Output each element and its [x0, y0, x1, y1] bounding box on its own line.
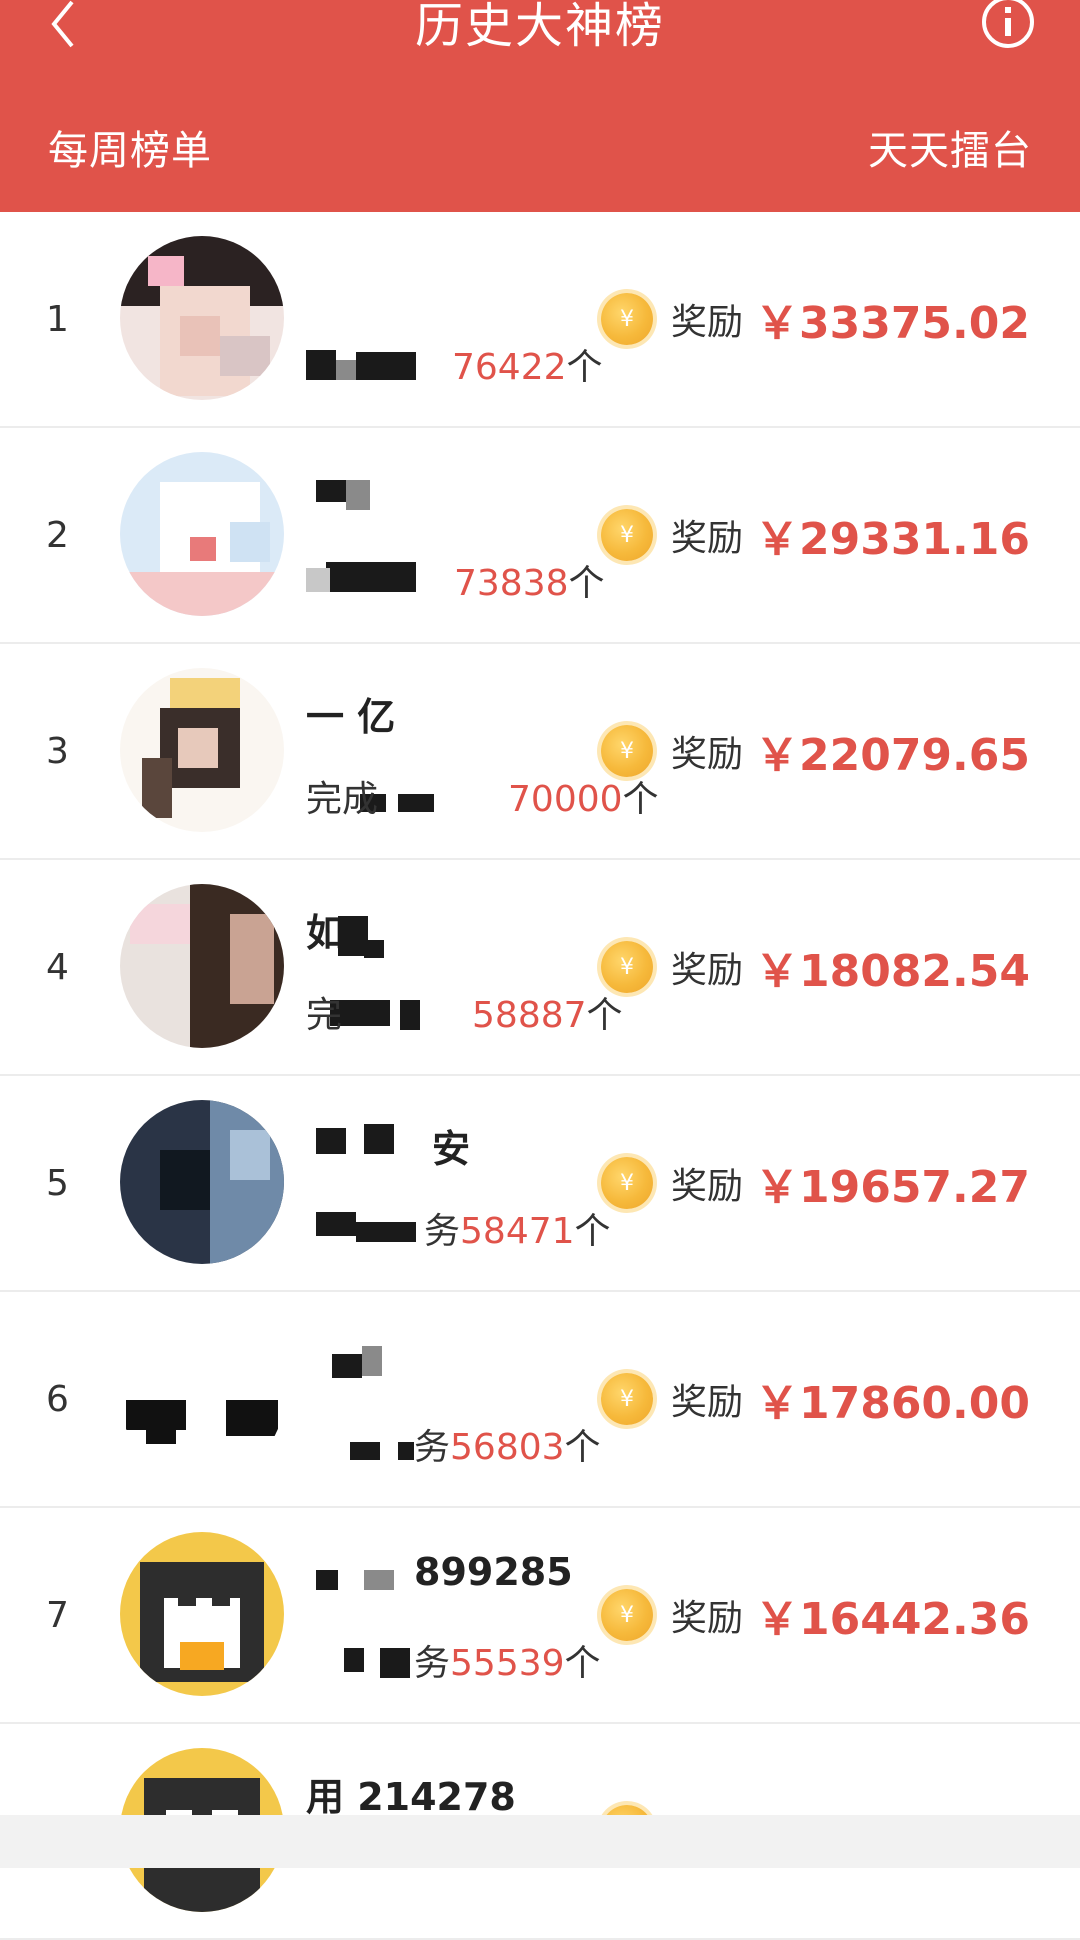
leaderboard-row[interactable]: 6 务56803个 ¥ 奖励 ￥17860.00 — [0, 1292, 1080, 1508]
leaderboard-row[interactable]: 3 一 亿 完成 70000个 ¥ 奖励 ￥22079.65 — [0, 644, 1080, 860]
coin-icon: ¥ — [600, 1589, 653, 1641]
tab-daily-arena[interactable]: 天天擂台 — [868, 118, 1032, 176]
leaderboard-row[interactable]: 1 76422个 ¥ 奖励 ￥33375.02 — [0, 212, 1080, 428]
leaderboard-row[interactable]: 4 如 完 58887个 ¥ 奖励 ￥18082.54 — [0, 860, 1080, 1076]
mosaic-block — [356, 352, 416, 380]
rank-number: 7 — [46, 1594, 69, 1636]
mosaic-block — [362, 1346, 382, 1376]
task-count: 务56803个 — [414, 1427, 601, 1468]
mosaic-block — [364, 1124, 394, 1154]
mosaic-block — [364, 1570, 394, 1590]
coin-icon: ¥ — [600, 509, 653, 561]
coin-icon: ¥ — [600, 293, 653, 345]
task-count: 完 58887个 — [306, 995, 623, 1036]
task-count: 73838个 — [454, 563, 605, 604]
task-count: 76422个 — [452, 347, 603, 388]
rank-number: 2 — [46, 514, 69, 556]
avatar — [120, 668, 284, 832]
reward: ¥ 奖励 ￥19657.27 — [600, 1076, 1030, 1290]
avatar — [120, 884, 284, 1048]
mosaic-block — [316, 1212, 356, 1236]
mosaic-block — [316, 1570, 338, 1590]
user-name: 899285 — [414, 1550, 573, 1594]
mosaic-block — [346, 480, 370, 510]
reward: ¥ 奖励 ￥29331.16 — [600, 428, 1030, 642]
leaderboard-row[interactable]: 5 安 务58471个 ¥ 奖励 ￥19657.27 — [0, 1076, 1080, 1292]
mosaic-block — [356, 1222, 416, 1242]
avatar — [120, 236, 284, 400]
top-bar: 历史大神榜 每周榜单 天天擂台 — [0, 0, 1080, 212]
mosaic-block — [350, 1442, 380, 1460]
reward-amount: ￥33375.02 — [754, 298, 1030, 349]
task-count: 务58471个 — [424, 1211, 611, 1252]
user-name: 安 — [432, 1127, 471, 1171]
reward: ¥ 奖励 ￥22079.65 — [600, 644, 1030, 858]
reward: ¥ 奖励 ￥16442.36 — [600, 1508, 1030, 1722]
mosaic-block — [336, 360, 356, 380]
avatar — [120, 1532, 284, 1696]
user-name: 一 亿 — [306, 695, 396, 739]
leaderboard-row[interactable]: 2 73838个 ¥ 奖励 ￥29331.16 — [0, 428, 1080, 644]
mosaic-block — [316, 480, 346, 502]
tab-weekly[interactable]: 每周榜单 — [48, 118, 212, 176]
mosaic-block — [344, 1648, 364, 1672]
rank-number: 5 — [46, 1162, 69, 1204]
reward-amount: ￥29331.16 — [754, 514, 1030, 565]
reward-amount: ￥16442.36 — [754, 1594, 1030, 1645]
mosaic-block — [332, 1354, 362, 1378]
coin-icon: ¥ — [600, 941, 653, 993]
reward-amount: ￥18082.54 — [754, 946, 1030, 997]
user-name: 用 214278 — [306, 1775, 516, 1819]
reward-amount: ￥22079.65 — [754, 730, 1030, 781]
rank-number: 1 — [46, 298, 69, 340]
bottom-bar — [0, 1815, 1080, 1868]
mosaic-block — [380, 1648, 410, 1678]
coin-icon: ¥ — [600, 725, 653, 777]
task-count: 务55539个 — [414, 1643, 601, 1684]
mosaic-block — [306, 350, 336, 380]
mosaic-block — [364, 940, 384, 958]
avatar — [120, 1100, 284, 1264]
coin-icon: ¥ — [600, 1157, 653, 1209]
avatar — [120, 1316, 284, 1480]
rank-number: 4 — [46, 946, 69, 988]
rank-number: 3 — [46, 730, 69, 772]
coin-icon: ¥ — [600, 1373, 653, 1425]
page-title: 历史大神榜 — [414, 0, 665, 54]
rank-number: 6 — [46, 1378, 69, 1420]
mosaic-block — [398, 1442, 414, 1460]
reward: ¥ 奖励 ￥33375.02 — [600, 212, 1030, 426]
avatar — [120, 452, 284, 616]
leaderboard-row[interactable]: 7 899285 务55539个 ¥ 奖励 ￥16442.36 — [0, 1508, 1080, 1724]
reward-amount: ￥19657.27 — [754, 1162, 1030, 1213]
info-icon[interactable] — [980, 0, 1036, 50]
reward: ¥ 奖励 ￥17860.00 — [600, 1292, 1030, 1506]
reward: ¥ 奖励 ￥18082.54 — [600, 860, 1030, 1074]
mosaic-block — [316, 1128, 346, 1154]
reward-amount: ￥17860.00 — [754, 1378, 1030, 1429]
mosaic-block — [326, 562, 416, 592]
mosaic-block — [306, 568, 330, 592]
leaderboard-list: 1 76422个 ¥ 奖励 ￥33375.02 2 73838个 ¥ 奖励 ￥2… — [0, 212, 1080, 1940]
